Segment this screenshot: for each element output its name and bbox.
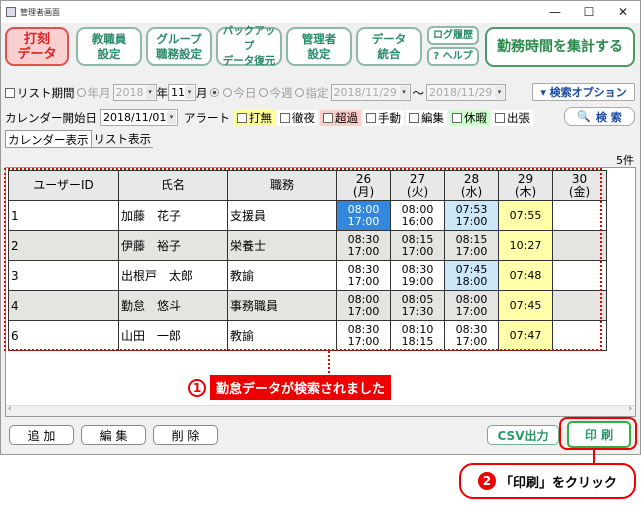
alert-label-text: 手動 (378, 110, 401, 125)
search-option-button[interactable]: ▾ 検索オプション (532, 83, 635, 101)
tally-work-hours-button[interactable]: 勤務時間を集計する (485, 27, 635, 67)
backup-restore-button[interactable]: バックアップ データ復元 (216, 25, 282, 67)
calendar-start-label: カレンダー開始日 (5, 110, 97, 125)
csv-export-button[interactable]: CSV出力 (487, 425, 559, 445)
alert-checkbox[interactable] (452, 112, 462, 123)
specified-label: 指定 (305, 85, 329, 100)
alert-checkbox[interactable] (409, 112, 419, 123)
alert-chip[interactable]: 編集 (406, 109, 447, 126)
alert-label-text: 打無 (249, 110, 272, 125)
annotation-1: 1 勤怠データが検索されました (188, 375, 392, 400)
search-icon: 🔍 (577, 110, 591, 123)
help-button[interactable]: ? ヘルプ (427, 47, 479, 66)
alert-legend: 打無 徹夜 超過 手動 編集 休暇 出張 (234, 109, 535, 126)
view-tabs: カレンダー表示 リスト表示 (5, 130, 153, 148)
alert-label-text: 編集 (421, 110, 444, 125)
list-period-checkbox[interactable] (5, 87, 15, 98)
result-count: 5件 (616, 154, 634, 167)
add-button[interactable]: 追 加 (9, 425, 74, 445)
minimize-button[interactable]: — (538, 1, 572, 23)
month-unit: 月 (196, 85, 208, 100)
alert-chip[interactable]: 出張 (492, 109, 533, 126)
year-month-radio[interactable] (76, 88, 86, 97)
admin-settings-button[interactable]: 管理者 設定 (286, 27, 352, 66)
calendar-row: カレンダー開始日 2018/11/01 ▾ アラート 打無 徹夜 超過 手動 編集 休暇 出張 (5, 109, 535, 126)
horizontal-scrollbar[interactable]: ‹ › (6, 404, 635, 416)
group-settings-button[interactable]: グループ 職務設定 (146, 27, 212, 66)
annotation-text-2: 「印刷」をクリック (499, 475, 617, 491)
alert-checkbox[interactable] (280, 112, 290, 123)
callout-line-2 (593, 450, 595, 464)
this-week-label: 今週 (269, 85, 293, 100)
range-tilde: 〜 (412, 85, 425, 100)
alert-label-text: 超過 (335, 110, 358, 125)
highlight-print-box (559, 417, 637, 450)
close-button[interactable]: ✕ (606, 1, 640, 23)
maximize-button[interactable]: ☐ (572, 1, 606, 23)
annotation-number-2: 2 (477, 472, 496, 490)
highlight-results-box (4, 168, 602, 351)
year-month-label: 年月 (87, 85, 111, 100)
year-select[interactable]: 2018 ▾ (112, 84, 157, 101)
alert-checkbox[interactable] (237, 112, 247, 123)
data-merge-button[interactable]: データ 統合 (356, 27, 422, 66)
alert-checkbox[interactable] (366, 112, 376, 123)
today-label: 今日 (233, 85, 257, 100)
app-icon (6, 7, 16, 17)
punch-data-button[interactable]: 打刻 データ (5, 27, 69, 66)
list-period-label: リスト期間 (17, 85, 75, 100)
callout-line-1 (328, 351, 330, 373)
alert-label-text: 休暇 (464, 110, 487, 125)
this-week-radio[interactable] (258, 88, 268, 97)
month-radio[interactable] (209, 88, 219, 97)
scroll-right-icon[interactable]: › (628, 404, 632, 414)
alert-checkbox[interactable] (323, 112, 333, 123)
tab-list-view[interactable]: リスト表示 (92, 130, 154, 147)
delete-button[interactable]: 削 除 (153, 425, 218, 445)
toolbar: 打刻 データ 教職員 設定 グループ 職務設定 バックアップ データ復元 管理者… (1, 25, 641, 70)
edit-button[interactable]: 編 集 (81, 425, 146, 445)
today-radio[interactable] (222, 88, 232, 97)
staff-settings-button[interactable]: 教職員 設定 (76, 27, 142, 66)
alert-chip[interactable]: 打無 (234, 109, 275, 126)
alert-label-text: 出張 (507, 110, 530, 125)
alert-chip[interactable]: 手動 (363, 109, 404, 126)
scroll-left-icon[interactable]: ‹ (8, 404, 12, 414)
alert-label-text: 徹夜 (292, 110, 315, 125)
tab-calendar-view[interactable]: カレンダー表示 (5, 130, 92, 147)
alert-chip[interactable]: 徹夜 (277, 109, 318, 126)
to-date-select[interactable]: 2018/11/29 ▾ (426, 84, 506, 101)
alert-label: アラート (184, 110, 230, 125)
annotation-text-1: 勤怠データが検索されました (210, 375, 392, 400)
title-bar: 管理者画面 — ☐ ✕ (1, 1, 640, 23)
alert-chip[interactable]: 休暇 (449, 109, 490, 126)
annotation-2: 2 「印刷」をクリック (459, 463, 636, 499)
search-button[interactable]: 🔍 検 索 (564, 107, 635, 126)
calendar-start-select[interactable]: 2018/11/01 ▾ (100, 109, 178, 126)
year-unit: 年 (156, 85, 169, 100)
window-title: 管理者画面 (20, 7, 60, 17)
alert-chip[interactable]: 超過 (320, 109, 361, 126)
specified-radio[interactable] (294, 88, 304, 97)
month-select[interactable]: 11 ▾ (168, 84, 196, 101)
annotation-number-1: 1 (188, 378, 206, 397)
from-date-select[interactable]: 2018/11/29 ▾ (330, 84, 411, 101)
filter-row: リスト期間 年月 2018 ▾ 年 11 ▾ 月 今日 今週 指定 2018/11/… (5, 84, 506, 101)
alert-checkbox[interactable] (495, 112, 505, 123)
log-history-button[interactable]: ログ履歴 (427, 26, 479, 45)
